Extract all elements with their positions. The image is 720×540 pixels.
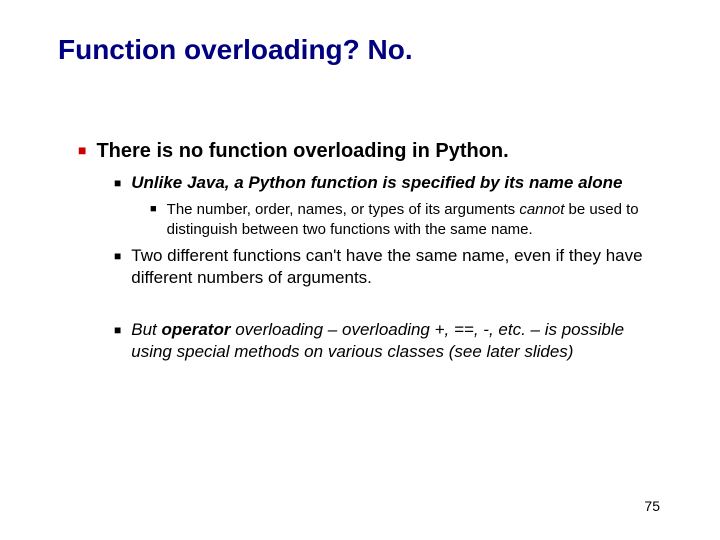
slide-title: Function overloading? No. bbox=[0, 0, 720, 66]
bullet-level2: ■ Two different functions can't have the… bbox=[114, 245, 660, 289]
page-number: 75 bbox=[644, 498, 660, 514]
square-bullet-icon: ■ bbox=[114, 249, 121, 289]
bullet-text: There is no function overloading in Pyth… bbox=[96, 138, 508, 164]
bullet-level2: ■ Unlike Java, a Python function is spec… bbox=[114, 172, 660, 194]
square-bullet-icon: ■ bbox=[114, 323, 121, 363]
bullet-level2: ■ But operator overloading – overloading… bbox=[114, 319, 660, 363]
square-bullet-icon: ■ bbox=[78, 142, 86, 164]
bullet-level3: ■ The number, order, names, or types of … bbox=[150, 200, 660, 239]
bullet-level1: ■ There is no function overloading in Py… bbox=[78, 138, 660, 164]
bullet-text: Unlike Java, a Python function is specif… bbox=[131, 172, 622, 194]
square-bullet-icon: ■ bbox=[150, 203, 157, 239]
bullet-text: Two different functions can't have the s… bbox=[131, 245, 660, 289]
square-bullet-icon: ■ bbox=[114, 176, 121, 194]
slide-body: ■ There is no function overloading in Py… bbox=[0, 66, 720, 363]
bullet-text: The number, order, names, or types of it… bbox=[167, 200, 660, 239]
bullet-text: But operator overloading – overloading +… bbox=[131, 319, 660, 363]
